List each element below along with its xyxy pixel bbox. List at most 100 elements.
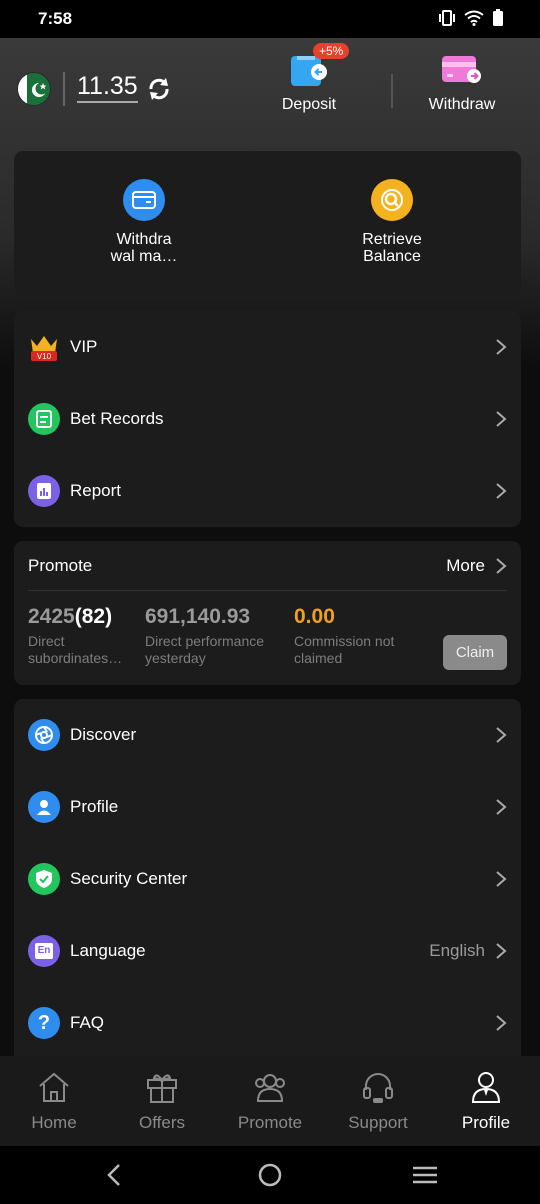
chevron-right-icon bbox=[496, 1015, 507, 1031]
quick-label-line: wal ma… bbox=[110, 248, 178, 265]
deposit-label: Deposit bbox=[281, 96, 337, 113]
bet-records-icon bbox=[28, 403, 60, 435]
nav-label: Home bbox=[31, 1113, 77, 1132]
home-icon bbox=[39, 1072, 69, 1102]
withdrawal-management-label: Withdra wal ma… bbox=[64, 231, 224, 265]
vip-level-badge: V10 bbox=[37, 352, 52, 361]
person-icon bbox=[471, 1072, 501, 1103]
nav-label: Promote bbox=[237, 1113, 303, 1132]
nav-profile[interactable]: Profile bbox=[436, 1070, 536, 1133]
wifi-icon bbox=[464, 10, 484, 26]
recents-menu-icon[interactable] bbox=[412, 1165, 438, 1185]
language-icon: En bbox=[28, 935, 60, 967]
account-menu-card: V10 VIP Bet Records Report bbox=[14, 311, 521, 527]
menu-item-label: VIP bbox=[70, 337, 98, 356]
chevron-right-icon[interactable] bbox=[495, 557, 507, 575]
quick-label-line: Withdra bbox=[116, 231, 172, 248]
profile-icon bbox=[28, 791, 60, 823]
people-icon bbox=[255, 1074, 285, 1102]
menu-item-vip[interactable]: V10 VIP bbox=[14, 311, 521, 383]
menu-item-report[interactable]: Report bbox=[14, 455, 521, 527]
refresh-icon[interactable] bbox=[146, 76, 172, 102]
battery-icon bbox=[493, 9, 503, 26]
shield-icon bbox=[28, 863, 60, 895]
quick-actions-card: Withdra wal ma… Retrieve Balance bbox=[14, 151, 521, 296]
nav-label: Offers bbox=[139, 1113, 185, 1132]
menu-item-label: Report bbox=[70, 481, 122, 500]
stat-caption-line: Direct performance bbox=[145, 633, 265, 649]
stat-caption-line: Commission not bbox=[294, 633, 395, 649]
gift-icon bbox=[147, 1074, 177, 1103]
stat-caption-line: yesterday bbox=[145, 650, 206, 666]
settings-menu-card: Discover Profile Security Center En Lang… bbox=[14, 699, 521, 1069]
nav-support[interactable]: Support bbox=[328, 1070, 428, 1133]
chevron-right-icon bbox=[496, 943, 507, 959]
menu-item-security-center[interactable]: Security Center bbox=[14, 843, 521, 915]
menu-item-discover[interactable]: Discover bbox=[14, 699, 521, 771]
home-circle-icon[interactable] bbox=[257, 1162, 283, 1188]
claim-button[interactable]: Claim bbox=[443, 635, 507, 670]
menu-item-faq[interactable]: ? FAQ bbox=[14, 987, 521, 1059]
nav-home[interactable]: Home bbox=[4, 1070, 104, 1133]
menu-item-label: Bet Records bbox=[70, 409, 164, 428]
chevron-right-icon bbox=[496, 339, 507, 355]
status-bar: 7:58 bbox=[0, 0, 540, 38]
stat-value-paren: (82) bbox=[74, 605, 113, 628]
promote-title: Promote bbox=[28, 556, 93, 575]
stat-value: 0.00 bbox=[294, 605, 335, 628]
faq-icon: ? bbox=[28, 1007, 60, 1039]
chevron-right-icon bbox=[496, 799, 507, 815]
vip-crown-icon: V10 bbox=[28, 331, 60, 363]
deposit-bonus-badge: +5% bbox=[313, 43, 350, 59]
menu-item-language[interactable]: En Language English bbox=[14, 915, 521, 987]
stat-direct-subordinates: 2425(82) Direct subordinates… bbox=[28, 605, 122, 667]
stat-value: 2425(82) bbox=[28, 605, 122, 629]
nav-promote[interactable]: Promote bbox=[220, 1070, 320, 1133]
back-icon[interactable] bbox=[104, 1163, 124, 1187]
quick-label-line: Retrieve bbox=[362, 231, 422, 248]
promote-divider bbox=[28, 590, 507, 591]
retrieve-balance-icon bbox=[371, 179, 413, 221]
stat-caption: Direct subordinates… bbox=[28, 633, 122, 667]
country-flag-icon[interactable] bbox=[17, 72, 51, 106]
discover-icon bbox=[28, 719, 60, 751]
stat-direct-performance: 691,140.93 Direct performance yesterday bbox=[145, 605, 264, 667]
system-navigation-bar bbox=[0, 1146, 540, 1204]
retrieve-balance-button[interactable]: Retrieve Balance bbox=[312, 179, 472, 265]
quick-label-line: Balance bbox=[363, 248, 421, 265]
withdraw-label: Withdraw bbox=[428, 96, 496, 113]
stat-commission: 0.00 Commission not claimed bbox=[294, 605, 394, 667]
status-time: 7:58 bbox=[38, 9, 73, 28]
chevron-right-icon bbox=[496, 727, 507, 743]
promote-more-link[interactable]: More bbox=[446, 556, 485, 576]
stat-caption-line: subordinates… bbox=[28, 650, 123, 666]
menu-item-profile[interactable]: Profile bbox=[14, 771, 521, 843]
stat-caption-line: claimed bbox=[294, 650, 343, 666]
vibrate-icon bbox=[439, 10, 455, 26]
deposit-button[interactable]: Deposit bbox=[249, 52, 369, 114]
chevron-right-icon bbox=[496, 411, 507, 427]
bottom-navigation: Home Offers Promote Support Profile bbox=[0, 1056, 540, 1146]
header-divider bbox=[63, 72, 65, 106]
stat-caption: Direct performance yesterday bbox=[145, 633, 264, 667]
menu-item-label: Profile bbox=[70, 797, 119, 816]
menu-item-label: Discover bbox=[70, 725, 137, 744]
retrieve-balance-label: Retrieve Balance bbox=[312, 231, 472, 265]
stat-caption: Commission not claimed bbox=[294, 633, 394, 667]
menu-item-label: Language bbox=[70, 941, 146, 960]
nav-label: Support bbox=[348, 1113, 408, 1132]
status-icons bbox=[438, 9, 504, 27]
language-icon-text: En bbox=[35, 943, 53, 959]
nav-offers[interactable]: Offers bbox=[112, 1070, 212, 1133]
promote-card: Promote More 2425(82) Direct subordinate… bbox=[14, 541, 521, 685]
stat-value: 691,140.93 bbox=[145, 605, 251, 628]
header-divider-2 bbox=[391, 74, 393, 108]
withdraw-button[interactable]: Withdraw bbox=[402, 52, 522, 114]
menu-item-bet-records[interactable]: Bet Records bbox=[14, 383, 521, 455]
wallet-balance: 11.35 bbox=[77, 72, 138, 103]
stat-value-main: 2425 bbox=[28, 605, 75, 628]
report-icon bbox=[28, 475, 60, 507]
withdrawal-management-button[interactable]: Withdra wal ma… bbox=[64, 179, 224, 265]
app-screen: 11.35 Deposit +5% Withdraw Withdra wal m… bbox=[0, 38, 540, 1146]
chevron-right-icon bbox=[496, 871, 507, 887]
